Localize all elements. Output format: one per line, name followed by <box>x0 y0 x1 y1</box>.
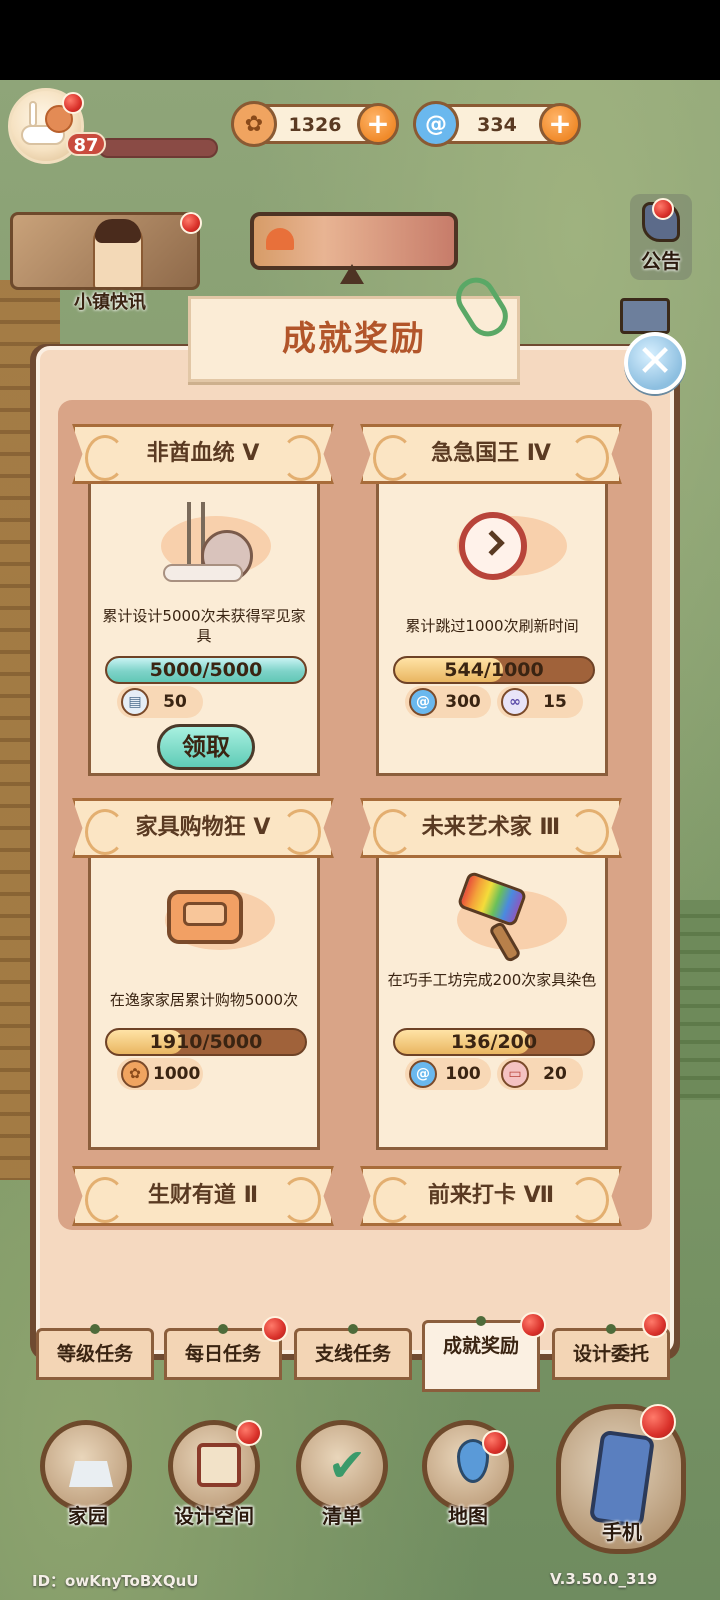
tab-label: 每日任务 <box>184 1343 261 1365</box>
tab-label: 等级任务 <box>56 1343 133 1365</box>
player-id: ID：owKnyToBXQuU <box>32 1572 199 1590</box>
achievement-title: 未来艺术家 Ⅲ <box>360 798 622 858</box>
achievement-card: 累计设计5000次未获得罕见家具 5000/5000 ▤ 50 领取 <box>88 472 320 776</box>
swirl-currency: @ 334 + <box>413 101 581 147</box>
design-icon <box>197 1443 241 1487</box>
achievement-title: 家具购物狂 Ⅴ <box>72 798 334 858</box>
progress-text: 5000/5000 <box>149 659 263 681</box>
close-button[interactable]: ✕ <box>624 332 686 394</box>
add-swirl-button[interactable]: + <box>539 103 581 145</box>
reward-item: ∞ 15 <box>497 686 583 718</box>
avatar-ear <box>29 101 37 127</box>
coupon-icon: ▭ <box>501 1060 529 1088</box>
achievement-description: 累计设计5000次未获得罕见家具 <box>102 607 306 645</box>
reward-value: 15 <box>543 692 567 712</box>
add-coin-button[interactable]: + <box>357 103 399 145</box>
progress-text: 136/200 <box>450 1031 538 1053</box>
phone-notification-dot <box>640 1404 676 1440</box>
coin-icon: ✿ <box>231 101 277 147</box>
banner-pointer <box>340 264 364 284</box>
reward-item: ▭ 20 <box>497 1058 583 1090</box>
scroll-icon: ▤ <box>121 688 149 716</box>
progress-text: 544/1000 <box>444 659 544 681</box>
achievement-description: 累计跳过1000次刷新时间 <box>405 617 579 635</box>
announcement-notification-dot <box>652 198 674 220</box>
sofa-cushion <box>183 902 227 926</box>
tab-notification-dot <box>262 1316 288 1342</box>
xp-bar <box>98 138 218 158</box>
tab-side-tasks[interactable]: 支线任务 <box>294 1324 412 1380</box>
swirl-icon: @ <box>409 1060 437 1088</box>
tab-label: 成就奖励 <box>442 1335 519 1357</box>
progress-text: 1910/5000 <box>149 1031 263 1053</box>
nav-design-space-label: 设计空间 <box>174 1504 254 1528</box>
phone-icon <box>588 1429 656 1529</box>
swirl-icon: @ <box>409 688 437 716</box>
achievement-card: 在巧手工坊完成200次家具染色 136/200 @ 100 ▭ 20 <box>376 846 608 1150</box>
announcement-label: 公告 <box>641 249 681 273</box>
checklist-icon: ✔ <box>327 1438 367 1492</box>
achievement-progress: 5000/5000 <box>105 656 307 684</box>
tab-label: 设计委托 <box>572 1343 649 1365</box>
reward-item: ✿ 1000 <box>117 1058 203 1090</box>
news-card[interactable] <box>10 212 200 290</box>
achievement-progress: 136/200 <box>393 1028 595 1056</box>
coin-currency: ✿ 1326 + <box>231 101 399 147</box>
news-label[interactable]: 小镇快讯 <box>50 288 170 318</box>
weather-banner[interactable] <box>250 212 458 270</box>
nav-phone-label: 手机 <box>602 1520 642 1544</box>
tab-label: 支线任务 <box>314 1343 391 1365</box>
nav-notification-dot <box>482 1430 508 1456</box>
nav-home-label: 家园 <box>68 1504 108 1528</box>
tab-level-tasks[interactable]: 等级任务 <box>36 1324 154 1380</box>
reward-value: 50 <box>163 692 187 712</box>
tab-notification-dot <box>642 1312 668 1338</box>
status-bar <box>0 0 720 80</box>
achievement-title: 急急国王 Ⅳ <box>360 424 622 484</box>
achievement-description: 在巧手工坊完成200次家具染色 <box>387 971 597 989</box>
tab-pin <box>606 1324 616 1334</box>
achievement-progress: 1910/5000 <box>105 1028 307 1056</box>
avatar-notification-dot <box>62 92 84 114</box>
achievement-title: 前来打卡 Ⅶ <box>360 1166 622 1226</box>
reward-value: 100 <box>445 1064 481 1084</box>
achievement-card: 累计跳过1000次刷新时间 544/1000 @ 300 ∞ 15 <box>376 472 608 776</box>
coin-icon: ✿ <box>121 1060 149 1088</box>
news-notification-dot <box>180 212 202 234</box>
swirl-value: 334 <box>477 114 517 136</box>
tab-pin <box>90 1324 100 1334</box>
swirl-icon: @ <box>413 101 459 147</box>
level-badge: 87 <box>66 132 106 156</box>
achievement-card: 在逸家家居累计购物5000次 1910/5000 ✿ 1000 <box>88 846 320 1150</box>
nav-notification-dot <box>236 1420 262 1446</box>
mail-icon[interactable] <box>620 298 670 334</box>
achievement-progress: 544/1000 <box>393 656 595 684</box>
app-version: V.3.50.0_319 <box>550 1570 658 1588</box>
ticket-icon: ∞ <box>501 688 529 716</box>
tab-pin <box>348 1324 358 1334</box>
nav-home-button[interactable] <box>40 1420 132 1512</box>
nav-checklist-button[interactable]: ✔ <box>296 1420 388 1512</box>
achievement-title: 生财有道 Ⅱ <box>72 1166 334 1226</box>
reward-value: 1000 <box>153 1064 201 1084</box>
reward-item: @ 300 <box>405 686 491 718</box>
reward-item: @ 100 <box>405 1058 491 1090</box>
snail-body-icon <box>163 564 243 582</box>
reward-item: ▤ 50 <box>117 686 203 718</box>
tab-notification-dot <box>520 1312 546 1338</box>
reward-value: 300 <box>445 692 481 712</box>
news-character-hair <box>95 219 141 243</box>
tab-pin <box>218 1324 228 1334</box>
background-building-right <box>680 900 720 1100</box>
achievement-title: 非酋血统 Ⅴ <box>72 424 334 484</box>
sun-icon <box>266 228 294 250</box>
claim-button[interactable]: 领取 <box>157 724 255 770</box>
tab-pin <box>476 1316 486 1326</box>
nav-map-label: 地图 <box>448 1504 488 1528</box>
reward-value: 20 <box>543 1064 567 1084</box>
achievement-description: 在逸家家居累计购物5000次 <box>109 991 299 1009</box>
coin-value: 1326 <box>288 114 342 136</box>
home-icon <box>69 1461 113 1487</box>
nav-checklist-label: 清单 <box>322 1504 362 1528</box>
